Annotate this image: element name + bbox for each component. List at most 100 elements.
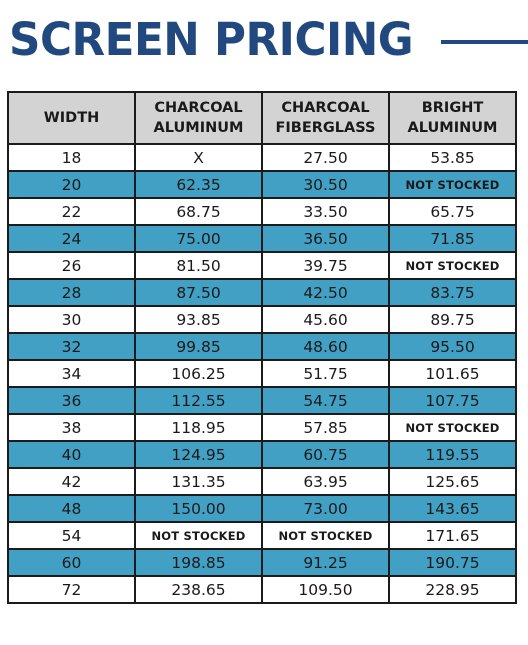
- cell-width: 32: [7, 332, 136, 361]
- cell-charcoal-aluminum: 62.35: [134, 170, 263, 199]
- cell-charcoal-aluminum: 75.00: [134, 224, 263, 253]
- cell-charcoal-fiberglass: 42.50: [261, 278, 390, 307]
- cell-charcoal-aluminum: 93.85: [134, 305, 263, 334]
- cell-bright-aluminum: 95.50: [388, 332, 517, 361]
- header-label-line1: CHARCOAL: [281, 100, 370, 116]
- cell-bright-aluminum: 125.65: [388, 467, 517, 496]
- cell-width: 28: [7, 278, 136, 307]
- cell-bright-aluminum: 83.75: [388, 278, 517, 307]
- cell-charcoal-aluminum: 81.50: [134, 251, 263, 280]
- cell-charcoal-fiberglass: 39.75: [261, 251, 390, 280]
- table-body: 18 X 27.50 53.85 20 62.35 30.50 NOT STOCKED 22 68…: [7, 143, 517, 604]
- cell-charcoal-aluminum: 198.85: [134, 548, 263, 577]
- table-row: 54 NOT STOCKED NOT STOCKED 171.65: [7, 521, 517, 550]
- cell-width: 42: [7, 467, 136, 496]
- cell-charcoal-aluminum: 238.65: [134, 575, 263, 604]
- cell-charcoal-fiberglass: 60.75: [261, 440, 390, 469]
- cell-width: 22: [7, 197, 136, 226]
- cell-charcoal-fiberglass: 36.50: [261, 224, 390, 253]
- table-row: 30 93.85 45.60 89.75: [7, 305, 517, 334]
- cell-charcoal-aluminum: 124.95: [134, 440, 263, 469]
- table-row: 36 112.55 54.75 107.75: [7, 386, 517, 415]
- header-label-line1: CHARCOAL: [154, 100, 243, 116]
- cell-bright-aluminum: NOT STOCKED: [388, 251, 517, 280]
- table-row: 24 75.00 36.50 71.85: [7, 224, 517, 253]
- cell-charcoal-aluminum: 118.95: [134, 413, 263, 442]
- cell-charcoal-aluminum: 99.85: [134, 332, 263, 361]
- table-row: 38 118.95 57.85 NOT STOCKED: [7, 413, 517, 442]
- table-row: 48 150.00 73.00 143.65: [7, 494, 517, 523]
- title-rule-divider: [441, 40, 528, 44]
- cell-bright-aluminum: 143.65: [388, 494, 517, 523]
- cell-bright-aluminum: 89.75: [388, 305, 517, 334]
- cell-bright-aluminum: 107.75: [388, 386, 517, 415]
- table-row: 40 124.95 60.75 119.55: [7, 440, 517, 469]
- cell-charcoal-aluminum: 131.35: [134, 467, 263, 496]
- header-width: WIDTH: [7, 91, 136, 145]
- table-row: 34 106.25 51.75 101.65: [7, 359, 517, 388]
- cell-width: 34: [7, 359, 136, 388]
- cell-bright-aluminum: 119.55: [388, 440, 517, 469]
- table-row: 42 131.35 63.95 125.65: [7, 467, 517, 496]
- cell-width: 54: [7, 521, 136, 550]
- cell-bright-aluminum: 190.75: [388, 548, 517, 577]
- cell-width: 36: [7, 386, 136, 415]
- cell-width: 60: [7, 548, 136, 577]
- header-label-line1: BRIGHT: [421, 100, 484, 116]
- pricing-table: WIDTH CHARCOAL ALUMINUM CHARCOAL FIBERGLAS…: [7, 91, 517, 604]
- cell-width: 30: [7, 305, 136, 334]
- table-row: 28 87.50 42.50 83.75: [7, 278, 517, 307]
- cell-bright-aluminum: NOT STOCKED: [388, 413, 517, 442]
- cell-width: 38: [7, 413, 136, 442]
- header-label-line2: ALUMINUM: [407, 120, 498, 136]
- cell-charcoal-fiberglass: 27.50: [261, 143, 390, 172]
- cell-width: 24: [7, 224, 136, 253]
- cell-charcoal-aluminum: 68.75: [134, 197, 263, 226]
- cell-width: 72: [7, 575, 136, 604]
- cell-charcoal-fiberglass: 73.00: [261, 494, 390, 523]
- table-row: 18 X 27.50 53.85: [7, 143, 517, 172]
- cell-charcoal-fiberglass: 109.50: [261, 575, 390, 604]
- header-label-line2: ALUMINUM: [153, 120, 244, 136]
- cell-charcoal-aluminum: 112.55: [134, 386, 263, 415]
- table-header-row: WIDTH CHARCOAL ALUMINUM CHARCOAL FIBERGLAS…: [7, 91, 517, 145]
- cell-bright-aluminum: 65.75: [388, 197, 517, 226]
- cell-charcoal-fiberglass: 54.75: [261, 386, 390, 415]
- cell-charcoal-aluminum: 87.50: [134, 278, 263, 307]
- cell-bright-aluminum: 53.85: [388, 143, 517, 172]
- page-title: SCREEN PRICING: [9, 13, 414, 66]
- cell-charcoal-aluminum: 150.00: [134, 494, 263, 523]
- table-row: 26 81.50 39.75 NOT STOCKED: [7, 251, 517, 280]
- cell-bright-aluminum: 101.65: [388, 359, 517, 388]
- table-row: 72 238.65 109.50 228.95: [7, 575, 517, 604]
- header-label: WIDTH: [43, 110, 100, 126]
- cell-charcoal-fiberglass: 45.60: [261, 305, 390, 334]
- cell-width: 40: [7, 440, 136, 469]
- header-charcoal-fiberglass: CHARCOAL FIBERGLASS: [261, 91, 390, 145]
- table-row: 60 198.85 91.25 190.75: [7, 548, 517, 577]
- header-charcoal-aluminum: CHARCOAL ALUMINUM: [134, 91, 263, 145]
- header-label-line2: FIBERGLASS: [275, 120, 376, 136]
- cell-bright-aluminum: 171.65: [388, 521, 517, 550]
- cell-charcoal-aluminum: 106.25: [134, 359, 263, 388]
- header: SCREEN PRICING: [0, 0, 528, 80]
- table-row: 22 68.75 33.50 65.75: [7, 197, 517, 226]
- cell-width: 18: [7, 143, 136, 172]
- header-bright-aluminum: BRIGHT ALUMINUM: [388, 91, 517, 145]
- cell-charcoal-fiberglass: 91.25: [261, 548, 390, 577]
- table-row: 20 62.35 30.50 NOT STOCKED: [7, 170, 517, 199]
- cell-bright-aluminum: NOT STOCKED: [388, 170, 517, 199]
- cell-charcoal-fiberglass: 30.50: [261, 170, 390, 199]
- cell-width: 48: [7, 494, 136, 523]
- cell-bright-aluminum: 71.85: [388, 224, 517, 253]
- cell-charcoal-fiberglass: NOT STOCKED: [261, 521, 390, 550]
- cell-bright-aluminum: 228.95: [388, 575, 517, 604]
- cell-charcoal-fiberglass: 63.95: [261, 467, 390, 496]
- cell-charcoal-fiberglass: 57.85: [261, 413, 390, 442]
- table-row: 32 99.85 48.60 95.50: [7, 332, 517, 361]
- cell-charcoal-fiberglass: 48.60: [261, 332, 390, 361]
- cell-charcoal-aluminum: NOT STOCKED: [134, 521, 263, 550]
- cell-charcoal-fiberglass: 33.50: [261, 197, 390, 226]
- cell-width: 20: [7, 170, 136, 199]
- cell-charcoal-aluminum: X: [134, 143, 263, 172]
